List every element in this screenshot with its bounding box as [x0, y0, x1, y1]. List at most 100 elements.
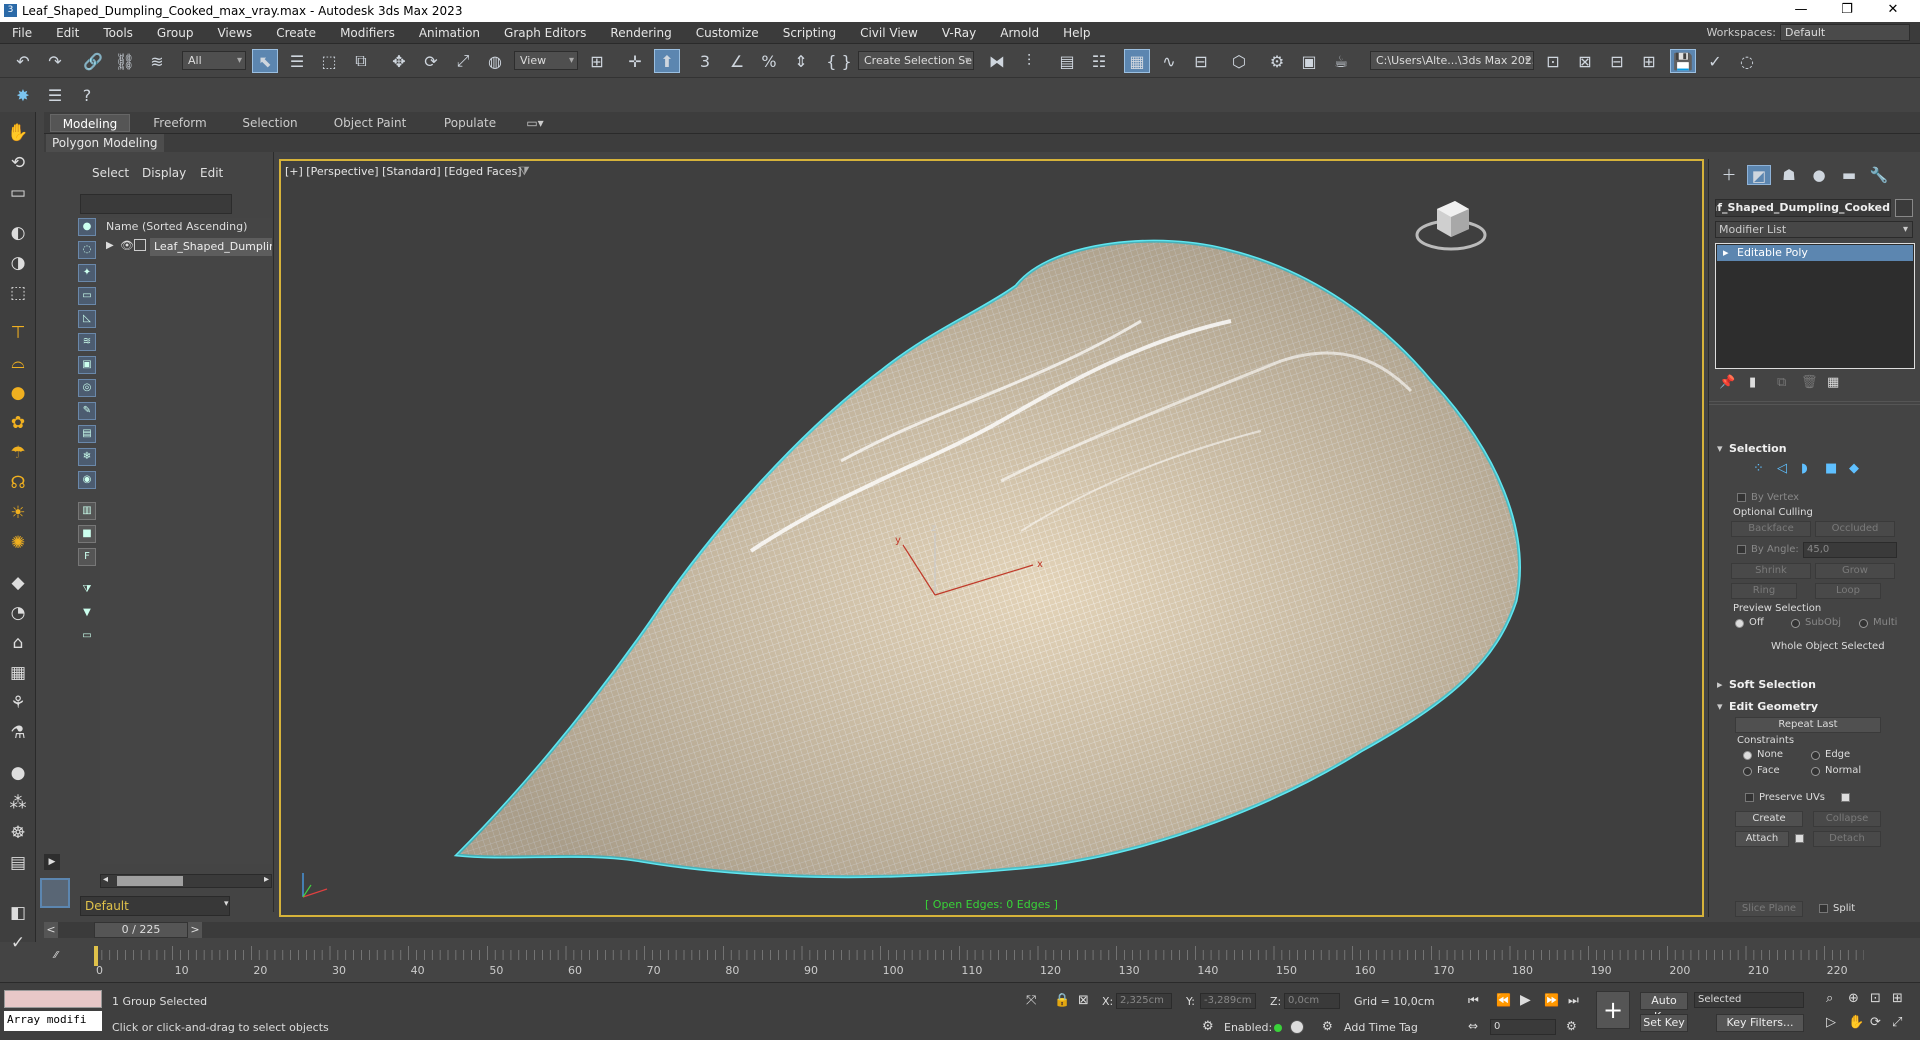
current-frame-field[interactable]: 0 [1490, 1019, 1556, 1035]
tab-object-paint[interactable]: Object Paint [320, 114, 420, 132]
tab-selection[interactable]: Selection [230, 114, 310, 132]
left-tool-9-icon[interactable]: ● [5, 380, 31, 406]
maxscript-listener[interactable] [4, 990, 102, 1008]
filter-lights-icon[interactable]: ✦ [78, 264, 96, 282]
filter-bones-icon[interactable]: ✎ [78, 402, 96, 420]
filter-folder-icon[interactable]: ▭ [78, 628, 96, 646]
left-tool-19-icon[interactable]: ⚘ [5, 690, 31, 716]
menu-help[interactable]: Help [1051, 26, 1102, 40]
preserve-uvs-settings-icon[interactable] [1841, 793, 1850, 802]
link-icon[interactable]: 🔗 [80, 49, 106, 73]
orbit-icon[interactable]: ⟳ [1870, 1015, 1881, 1030]
x-coord-field[interactable]: 2,325cm [1116, 993, 1172, 1009]
dumpling-mesh[interactable]: x y z [281, 161, 1704, 917]
expand-icon[interactable]: ▶ [106, 240, 114, 251]
modifier-stack[interactable]: Editable Poly [1715, 243, 1915, 369]
filter-groups-icon[interactable]: ▣ [78, 356, 96, 374]
scene-search-input[interactable] [80, 194, 232, 214]
shrink-button[interactable]: Shrink [1731, 563, 1811, 579]
filter-hidden-icon[interactable]: ◉ [78, 471, 96, 489]
pin-stack-icon[interactable]: 📌 [1719, 375, 1735, 390]
constraint-normal-radio[interactable] [1811, 767, 1820, 776]
rect-selection-icon[interactable]: ⬚ [316, 49, 342, 73]
time-slider-thumb[interactable]: 0 / 225 [94, 922, 188, 938]
move-icon[interactable]: ✥ [386, 49, 412, 73]
repeat-last-button[interactable]: Repeat Last [1735, 717, 1881, 733]
menu-rendering[interactable]: Rendering [598, 26, 683, 40]
scene-tab-edit[interactable]: Edit [200, 166, 223, 180]
filter-geometry-icon[interactable]: ● [78, 218, 96, 236]
filter-none-icon[interactable]: ■ [78, 525, 96, 543]
keyboard-shortcut-icon[interactable]: ⬆ [654, 49, 680, 73]
eye-icon[interactable]: 👁 [120, 239, 134, 252]
slice-plane-button[interactable]: Slice Plane [1735, 901, 1803, 917]
material-editor-icon[interactable]: ⬡ [1226, 49, 1252, 73]
by-angle-checkbox[interactable] [1737, 545, 1746, 554]
scene-explorer-icon[interactable]: ▤ [1054, 49, 1080, 73]
panel-divider[interactable] [1709, 401, 1920, 405]
scene-item-name[interactable]: Leaf_Shaped_Dumpling_Cooked [150, 238, 272, 256]
selection-filter-dropdown[interactable]: All [182, 51, 246, 70]
left-tool-5-icon[interactable]: ◑ [5, 250, 31, 276]
left-tool-22-icon[interactable]: ⁂ [5, 790, 31, 816]
attach-settings-icon[interactable] [1795, 834, 1804, 843]
zoom-icon[interactable]: ⌕ [1826, 991, 1833, 1006]
maxscript-input[interactable]: Array modifi [4, 1011, 102, 1031]
zoom-all-icon[interactable]: ⊕ [1848, 991, 1859, 1006]
hierarchy-tab-icon[interactable]: ☗ [1777, 165, 1801, 185]
menu-tools[interactable]: Tools [91, 26, 145, 40]
reference-coord-dropdown[interactable]: View [514, 51, 578, 70]
window-crossing-icon[interactable]: ⧉ [348, 49, 374, 73]
modifier-list-dropdown[interactable]: Modifier List [1715, 221, 1913, 238]
redo-icon[interactable]: ↷ [42, 49, 68, 73]
edit-named-sets-icon[interactable]: { } [826, 49, 852, 73]
split-checkbox[interactable] [1819, 904, 1828, 913]
layer-explorer-icon[interactable]: ☷ [1086, 49, 1112, 73]
key-filters-button[interactable]: Key Filters... [1716, 1014, 1804, 1032]
timeline-toggle-icon[interactable]: ⁄⁄ [44, 950, 68, 972]
left-tool-17-icon[interactable]: ⌂ [5, 630, 31, 656]
sync-icon[interactable]: ✓ [1702, 49, 1728, 73]
polygon-subobject-icon[interactable]: ■ [1825, 461, 1837, 476]
preview-off-radio[interactable] [1735, 619, 1744, 628]
play-icon[interactable]: ▶ [1520, 992, 1531, 1008]
render-production-icon[interactable]: ☕ [1328, 49, 1354, 73]
scene-column-header[interactable]: Name (Sorted Ascending) [100, 218, 272, 236]
menu-file[interactable]: File [0, 26, 44, 40]
schematic-view-icon[interactable]: ⊟ [1188, 49, 1214, 73]
add-time-tag[interactable]: Add Time Tag [1344, 1021, 1418, 1034]
left-tool-16-icon[interactable]: ◔ [5, 600, 31, 626]
detach-button[interactable]: Detach [1813, 831, 1881, 847]
left-tool-20-icon[interactable]: ⚗ [5, 720, 31, 746]
scale-icon[interactable]: ⤢ [450, 49, 476, 73]
time-prev-button[interactable]: < [44, 922, 58, 938]
filter-containers-icon[interactable]: ▤ [78, 425, 96, 443]
current-frame-marker[interactable] [94, 946, 98, 966]
stack-item-editable-poly[interactable]: Editable Poly [1717, 245, 1913, 261]
time-config-icon[interactable] [1290, 1020, 1304, 1034]
left-tool-4-icon[interactable]: ◐ [5, 220, 31, 246]
named-selection-dropdown[interactable]: Create Selection Se [858, 51, 974, 70]
layer-manager-icon[interactable]: ☰ [42, 83, 68, 107]
undo-icon[interactable]: ↶ [10, 49, 36, 73]
left-tool-7-icon[interactable]: ⊤ [5, 320, 31, 346]
zoom-extents-all-icon[interactable]: ⊞ [1892, 991, 1903, 1006]
filter-funnel-icon[interactable]: ⧩ [78, 582, 96, 600]
left-tool-13-icon[interactable]: ☀ [5, 500, 31, 526]
key-mode-icon[interactable]: ⇔ [1468, 1019, 1478, 1033]
preview-subobj-radio[interactable] [1791, 619, 1800, 628]
ring-button[interactable]: Ring [1731, 583, 1797, 599]
left-tool-18-icon[interactable]: ▦ [5, 660, 31, 686]
scene-tab-display[interactable]: Display [142, 166, 186, 180]
soft-selection-rollout-header[interactable]: Soft Selection [1715, 677, 1915, 693]
help-icon[interactable]: ? [74, 83, 100, 107]
zoom-extents-icon[interactable]: ⊡ [1870, 991, 1881, 1006]
by-angle-input[interactable]: 45,0 [1803, 542, 1897, 558]
menu-animation[interactable]: Animation [407, 26, 492, 40]
project-icon-4[interactable]: ⊞ [1636, 49, 1662, 73]
tab-freeform[interactable]: Freeform [140, 114, 220, 132]
left-tool-15-icon[interactable]: ◆ [5, 570, 31, 596]
restore-button[interactable]: ❐ [1824, 0, 1870, 22]
y-coord-field[interactable]: -3,289cm [1200, 993, 1256, 1009]
tab-populate[interactable]: Populate [430, 114, 510, 132]
